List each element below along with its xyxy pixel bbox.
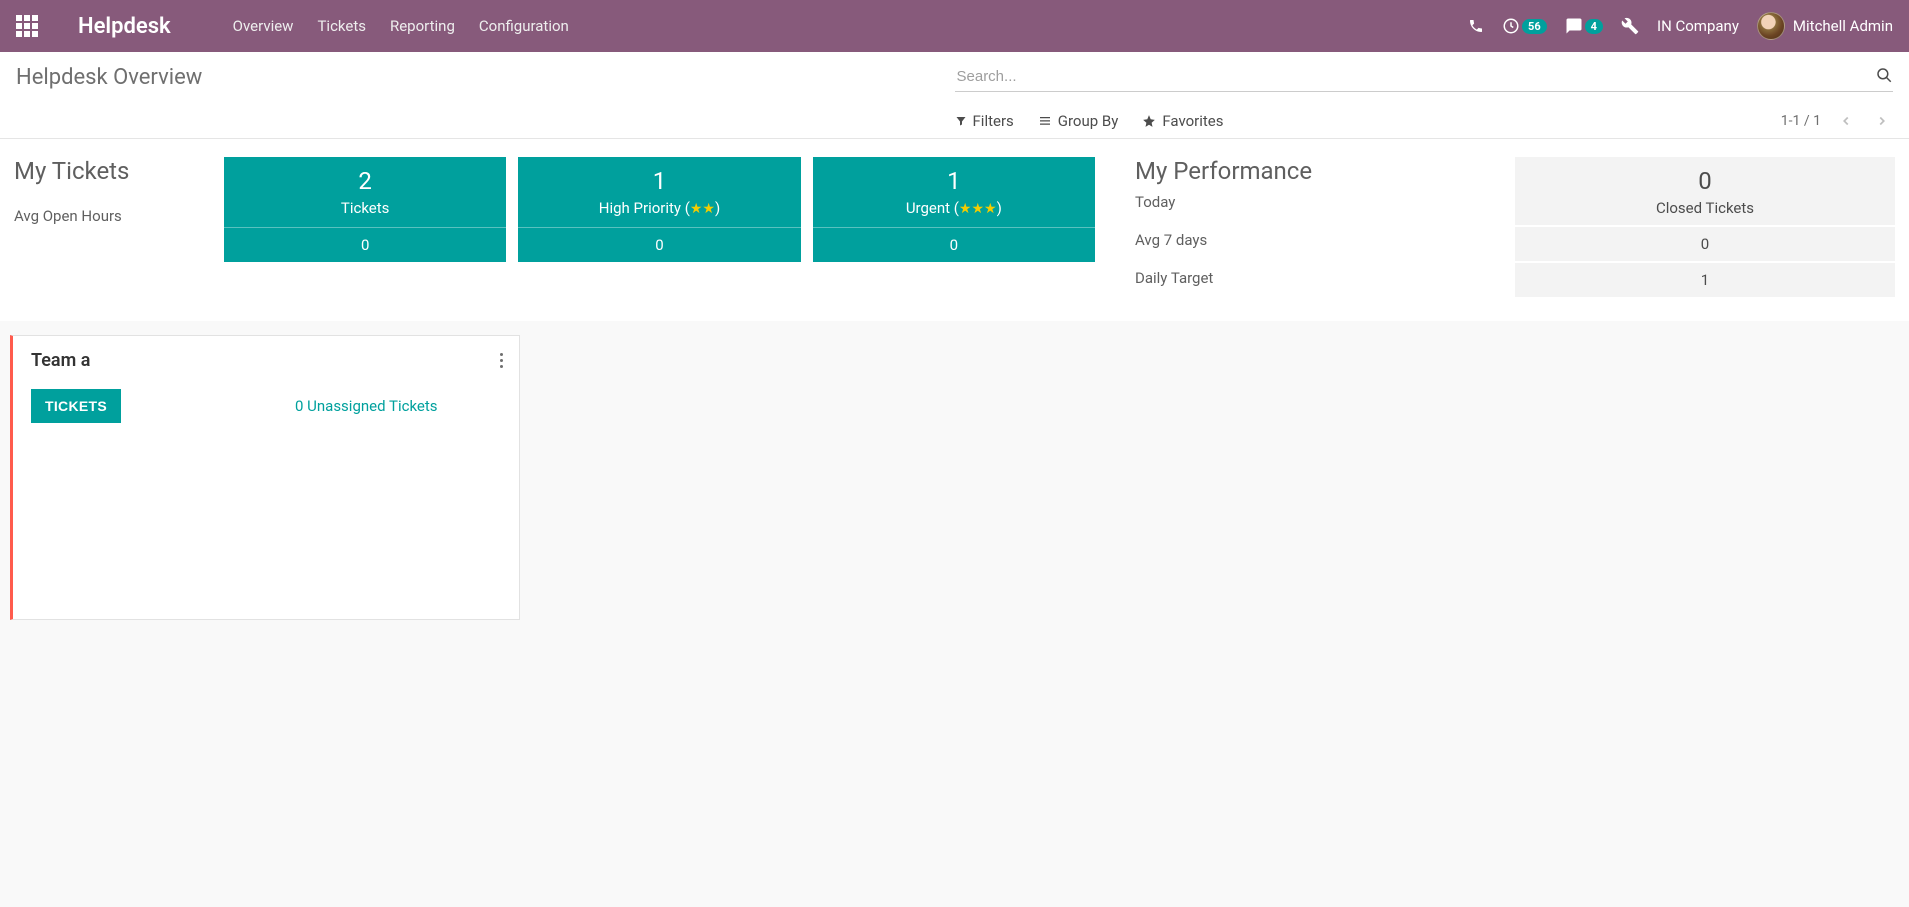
- apps-icon[interactable]: [16, 15, 38, 37]
- filters-label: Filters: [973, 112, 1014, 130]
- nav-overview[interactable]: Overview: [221, 17, 306, 35]
- stat-card-urgent[interactable]: 1 Urgent (★★★) 0: [813, 157, 1095, 262]
- tickets-button[interactable]: TICKETS: [31, 389, 121, 423]
- user-name: Mitchell Admin: [1793, 17, 1893, 35]
- groupby-label: Group By: [1058, 112, 1119, 130]
- target-value[interactable]: 1: [1515, 263, 1895, 297]
- search-input[interactable]: [955, 62, 1894, 92]
- cp-row-top: Helpdesk Overview: [16, 62, 1893, 92]
- unassigned-link[interactable]: 0 Unassigned Tickets: [295, 397, 438, 415]
- pager[interactable]: 1-1 / 1: [1781, 113, 1821, 129]
- filters-button[interactable]: Filters: [955, 112, 1014, 130]
- control-panel: Helpdesk Overview Filters Group By Favor…: [0, 52, 1909, 139]
- cp-row-bottom: Filters Group By Favorites 1-1 / 1: [16, 112, 1893, 130]
- app-brand[interactable]: Helpdesk: [78, 14, 171, 39]
- kebab-menu-icon[interactable]: [500, 350, 503, 371]
- avg7-label: Avg 7 days: [1135, 231, 1495, 249]
- stat-value: 2: [232, 167, 498, 195]
- stat-card-high-priority[interactable]: 1 High Priority (★★) 0: [518, 157, 800, 262]
- favorites-label: Favorites: [1162, 112, 1223, 130]
- closed-label: Closed Tickets: [1523, 199, 1887, 217]
- stat-label: Urgent (★★★): [821, 199, 1087, 217]
- avg7-value: 0: [1515, 227, 1895, 261]
- debug-icon[interactable]: [1621, 17, 1639, 35]
- stat-label: Tickets: [232, 199, 498, 217]
- closed-tickets-box[interactable]: 0 Closed Tickets: [1515, 157, 1895, 225]
- phone-icon[interactable]: [1468, 18, 1484, 34]
- closed-value: 0: [1523, 167, 1887, 195]
- kanban-actions: TICKETS 0 Unassigned Tickets: [31, 389, 501, 423]
- stat-bottom: 0: [224, 228, 506, 262]
- cp-right: 1-1 / 1: [1781, 113, 1893, 129]
- navbar-left: Helpdesk Overview Tickets Reporting Conf…: [16, 14, 581, 39]
- messages-badge: 4: [1585, 19, 1603, 34]
- messages-icon[interactable]: 4: [1565, 17, 1603, 35]
- pager-prev[interactable]: [1835, 113, 1857, 129]
- nav-menu: Overview Tickets Reporting Configuration: [221, 17, 581, 35]
- team-name: Team a: [31, 350, 501, 371]
- stat-bottom: 0: [518, 228, 800, 262]
- performance-values: 0 Closed Tickets 0 1: [1515, 157, 1895, 297]
- filter-bar: Filters Group By Favorites: [955, 112, 1224, 130]
- stat-value: 1: [526, 167, 792, 195]
- activity-badge: 56: [1522, 19, 1547, 34]
- dashboard: My Tickets Avg Open Hours 2 Tickets 0 1 …: [0, 139, 1909, 321]
- stat-cards: 2 Tickets 0 1 High Priority (★★) 0 1 Urg…: [224, 157, 1095, 297]
- pager-next[interactable]: [1871, 113, 1893, 129]
- star-icon: ★★★: [959, 201, 997, 217]
- user-menu[interactable]: Mitchell Admin: [1757, 12, 1893, 40]
- search-wrap: [955, 62, 1894, 92]
- performance-heading: My Performance: [1135, 157, 1495, 185]
- activity-icon[interactable]: 56: [1502, 17, 1547, 35]
- daily-target-label: Daily Target: [1135, 269, 1495, 287]
- search-icon[interactable]: [1875, 66, 1893, 84]
- team-card[interactable]: Team a TICKETS 0 Unassigned Tickets: [10, 335, 520, 620]
- avg-open-hours-label: Avg Open Hours: [14, 207, 204, 225]
- star-icon: ★★: [690, 201, 715, 217]
- stat-card-tickets[interactable]: 2 Tickets 0: [224, 157, 506, 262]
- page-title: Helpdesk Overview: [16, 65, 202, 90]
- groupby-button[interactable]: Group By: [1038, 112, 1119, 130]
- favorites-button[interactable]: Favorites: [1142, 112, 1223, 130]
- avatar: [1757, 12, 1785, 40]
- performance-labels: My Performance Today Avg 7 days Daily Ta…: [1115, 157, 1495, 297]
- nav-tickets[interactable]: Tickets: [305, 17, 378, 35]
- company-selector[interactable]: IN Company: [1657, 17, 1739, 35]
- today-label: Today: [1135, 193, 1495, 211]
- stat-value: 1: [821, 167, 1087, 195]
- my-tickets-labels: My Tickets Avg Open Hours: [14, 157, 204, 297]
- navbar: Helpdesk Overview Tickets Reporting Conf…: [0, 0, 1909, 52]
- nav-configuration[interactable]: Configuration: [467, 17, 581, 35]
- stat-label: High Priority (★★): [526, 199, 792, 217]
- nav-reporting[interactable]: Reporting: [378, 17, 467, 35]
- my-tickets-heading: My Tickets: [14, 157, 204, 185]
- navbar-right: 56 4 IN Company Mitchell Admin: [1468, 12, 1893, 40]
- stat-bottom: 0: [813, 228, 1095, 262]
- kanban-area: Team a TICKETS 0 Unassigned Tickets: [0, 321, 1909, 634]
